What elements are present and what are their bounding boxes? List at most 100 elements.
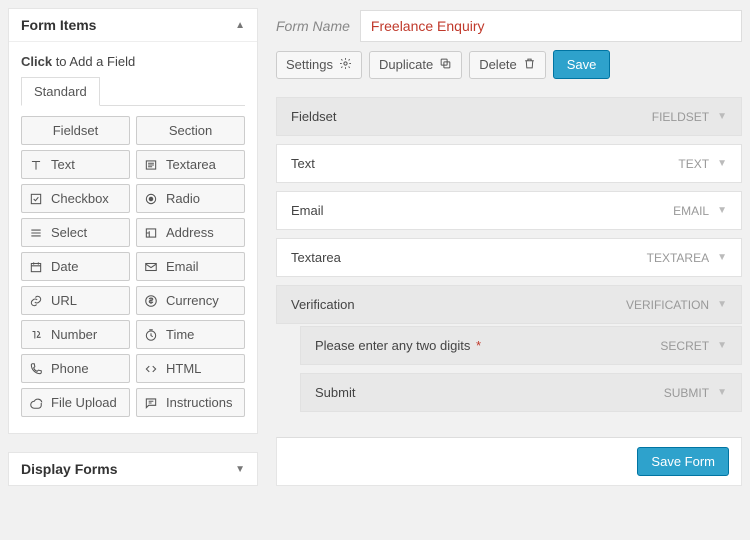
field-item-label: Address: [166, 225, 214, 240]
field-item-url[interactable]: URL: [21, 286, 130, 315]
field-item-instructions[interactable]: Instructions: [136, 388, 245, 417]
field-item-textarea[interactable]: Textarea: [136, 150, 245, 179]
chevron-down-icon: ▼: [717, 299, 727, 310]
field-item-radio[interactable]: Radio: [136, 184, 245, 213]
form-items-title: Form Items: [21, 17, 96, 33]
email-icon: [143, 260, 159, 274]
field-item-label: Textarea: [166, 157, 216, 172]
form-items-header[interactable]: Form Items ▲: [9, 9, 257, 42]
time-icon: [143, 328, 159, 342]
chevron-down-icon: ▼: [717, 205, 727, 216]
field-item-label: Instructions: [166, 395, 232, 410]
form-row-email[interactable]: Email EMAIL ▼: [276, 191, 742, 230]
delete-button[interactable]: Delete: [469, 51, 546, 79]
collapse-icon: ▲: [235, 20, 245, 31]
row-name: Textarea: [291, 250, 341, 265]
nested-row-secret[interactable]: Please enter any two digits * SECRET ▼: [300, 326, 742, 365]
row-name: Verification: [291, 297, 355, 312]
field-item-section[interactable]: Section: [136, 116, 245, 145]
field-item-file-upload[interactable]: File Upload: [21, 388, 130, 417]
field-item-select[interactable]: Select: [21, 218, 130, 247]
field-item-label: Number: [51, 327, 97, 342]
chevron-down-icon: ▼: [717, 252, 727, 263]
row-type: FIELDSET: [652, 110, 709, 124]
url-icon: [28, 294, 44, 308]
required-icon: *: [470, 338, 481, 353]
row-type: EMAIL: [673, 204, 709, 218]
field-item-label: Time: [166, 327, 194, 342]
footer-bar: Save Form: [276, 437, 742, 486]
form-row-fieldset[interactable]: Fieldset FIELDSET ▼: [276, 97, 742, 136]
field-item-text[interactable]: Text: [21, 150, 130, 179]
form-row-text[interactable]: TextTEXT▼: [276, 144, 742, 183]
row-name: Submit: [315, 385, 355, 400]
row-name: Fieldset: [291, 109, 337, 124]
settings-button[interactable]: Settings: [276, 51, 362, 79]
trash-icon: [523, 57, 536, 73]
field-item-label: Fieldset: [53, 123, 99, 138]
field-item-time[interactable]: Time: [136, 320, 245, 349]
form-name-input[interactable]: [360, 10, 742, 42]
row-name: Please enter any two digits *: [315, 338, 481, 353]
duplicate-button[interactable]: Duplicate: [369, 51, 462, 79]
field-item-checkbox[interactable]: Checkbox: [21, 184, 130, 213]
currency-icon: [143, 294, 159, 308]
chevron-down-icon: ▼: [717, 340, 727, 351]
field-item-fieldset[interactable]: Fieldset: [21, 116, 130, 145]
row-name: Text: [291, 156, 315, 171]
field-item-label: URL: [51, 293, 77, 308]
chevron-down-icon: ▼: [717, 111, 727, 122]
field-type-tabs: Standard: [21, 77, 245, 106]
chevron-down-icon: ▼: [717, 387, 727, 398]
save-button[interactable]: Save: [553, 50, 611, 79]
instructions-icon: [143, 396, 159, 410]
field-item-number[interactable]: Number: [21, 320, 130, 349]
html-icon: [143, 362, 159, 376]
textarea-icon: [143, 158, 159, 172]
file-upload-icon: [28, 396, 44, 410]
form-row-verification[interactable]: Verification VERIFICATION ▼: [276, 285, 742, 324]
copy-icon: [439, 57, 452, 73]
field-item-label: Email: [166, 259, 199, 274]
display-forms-header[interactable]: Display Forms ▼: [9, 453, 257, 485]
display-forms-panel: Display Forms ▼: [8, 452, 258, 486]
field-item-phone[interactable]: Phone: [21, 354, 130, 383]
address-icon: [143, 226, 159, 240]
expand-icon: ▼: [235, 464, 245, 475]
field-item-currency[interactable]: Currency: [136, 286, 245, 315]
row-type: SECRET: [660, 339, 709, 353]
field-item-label: Checkbox: [51, 191, 109, 206]
click-to-add-label: Click to Add a Field: [21, 54, 245, 69]
select-icon: [28, 226, 44, 240]
radio-icon: [143, 192, 159, 206]
row-name: Email: [291, 203, 324, 218]
gear-icon: [339, 57, 352, 73]
row-type: TEXTAREA: [647, 251, 709, 265]
phone-icon: [28, 362, 44, 376]
field-item-email[interactable]: Email: [136, 252, 245, 281]
field-item-label: Text: [51, 157, 75, 172]
field-item-label: Section: [169, 123, 212, 138]
display-forms-title: Display Forms: [21, 461, 117, 477]
field-item-date[interactable]: Date: [21, 252, 130, 281]
row-type: VERIFICATION: [626, 298, 709, 312]
save-form-button[interactable]: Save Form: [637, 447, 729, 476]
field-item-label: Currency: [166, 293, 219, 308]
text-icon: [28, 158, 44, 172]
nested-row-submit[interactable]: SubmitSUBMIT▼: [300, 373, 742, 412]
field-item-label: Radio: [166, 191, 200, 206]
chevron-down-icon: ▼: [717, 158, 727, 169]
checkbox-icon: [28, 192, 44, 206]
tab-standard[interactable]: Standard: [21, 77, 100, 106]
field-item-label: Phone: [51, 361, 89, 376]
number-icon: [28, 328, 44, 342]
field-item-label: File Upload: [51, 395, 117, 410]
field-item-label: HTML: [166, 361, 201, 376]
date-icon: [28, 260, 44, 274]
field-item-label: Select: [51, 225, 87, 240]
field-item-html[interactable]: HTML: [136, 354, 245, 383]
form-row-textarea[interactable]: Textarea TEXTAREA ▼: [276, 238, 742, 277]
form-name-label: Form Name: [276, 18, 350, 34]
field-item-label: Date: [51, 259, 78, 274]
field-item-address[interactable]: Address: [136, 218, 245, 247]
